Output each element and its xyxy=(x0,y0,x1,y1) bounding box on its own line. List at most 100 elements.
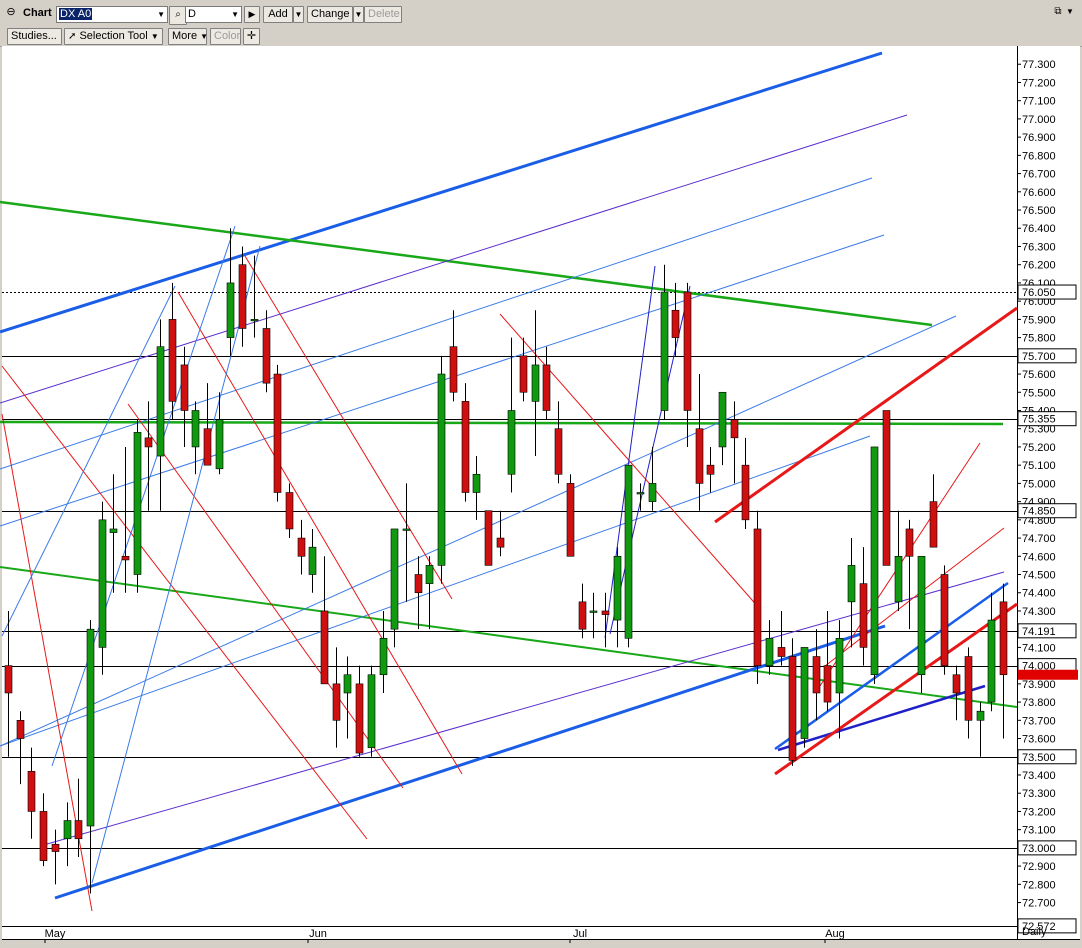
selection-tool-button[interactable]: ➚ Selection Tool ▼ xyxy=(64,28,163,45)
crosshair-icon[interactable]: ✛ xyxy=(243,28,260,45)
candle-body xyxy=(472,473,481,493)
candle-body xyxy=(297,537,306,557)
chevron-down-icon: ▼ xyxy=(150,32,159,41)
candle-body xyxy=(917,555,926,676)
candle-body xyxy=(144,437,153,448)
candle-body xyxy=(788,656,797,761)
candle-body xyxy=(870,446,879,676)
chevron-down-icon[interactable]: ▼ xyxy=(1064,4,1076,19)
play-icon[interactable]: ▶ xyxy=(244,6,260,23)
chevron-down-icon: ▼ xyxy=(200,32,209,41)
candle-body xyxy=(554,428,563,475)
y-tick-label: 73.400 xyxy=(1022,770,1056,782)
candle-body xyxy=(706,464,715,475)
restore-window-icon[interactable]: ⧉ xyxy=(1052,4,1064,19)
change-button[interactable]: Change xyxy=(307,6,353,23)
symbol-field[interactable]: DX A0 ▼ xyxy=(56,6,168,23)
change-dropdown-icon[interactable]: ▼ xyxy=(353,6,364,23)
candle-body xyxy=(425,565,434,584)
more-label: More xyxy=(172,30,198,42)
candle-body xyxy=(273,373,282,493)
candle-body xyxy=(987,619,996,703)
candle-body xyxy=(63,820,72,840)
y-tick-label: 75.900 xyxy=(1022,314,1056,326)
chart-toolbar-secondary: Studies... ➚ Selection Tool ▼ More ▼ Col… xyxy=(0,26,1082,47)
candle-body xyxy=(98,519,107,648)
selection-tool-label: Selection Tool xyxy=(79,30,148,42)
more-button[interactable]: More ▼ xyxy=(168,28,209,45)
timeframe-label: Daily xyxy=(1022,926,1047,938)
add-dropdown-icon[interactable]: ▼ xyxy=(293,6,304,23)
candle-body xyxy=(308,546,317,575)
symbol-value: DX A0 xyxy=(59,8,93,20)
y-tick-label: 76.600 xyxy=(1022,187,1056,199)
candle-body xyxy=(320,610,329,685)
y-tick-label: 76.500 xyxy=(1022,205,1056,217)
y-tick-label: 75.000 xyxy=(1022,478,1056,490)
interval-value: D xyxy=(188,8,196,20)
candle-body xyxy=(367,674,376,748)
candle-body xyxy=(86,628,95,827)
y-tick-label: 76.400 xyxy=(1022,223,1056,235)
level-label: 74.850 xyxy=(1022,506,1056,518)
y-tick-label: 75.100 xyxy=(1022,460,1056,472)
candle-body xyxy=(343,674,352,694)
candle-body xyxy=(355,683,364,754)
candle-body xyxy=(519,355,528,393)
candle-body xyxy=(823,665,832,703)
y-tick-label: 76.200 xyxy=(1022,260,1056,272)
chart-area[interactable]: 72.700 72.800 72.900 73.000 73.100 73.200 73.3… xyxy=(0,46,1082,945)
y-tick-label: 73.800 xyxy=(1022,697,1056,709)
candle-body xyxy=(262,328,271,384)
chevron-down-icon[interactable]: ▼ xyxy=(157,7,165,22)
candle-body xyxy=(999,601,1008,676)
add-button[interactable]: Add xyxy=(263,6,293,23)
y-tick-label: 74.100 xyxy=(1022,642,1056,654)
level-label: 73.500 xyxy=(1022,752,1056,764)
y-tick-label: 72.900 xyxy=(1022,861,1056,873)
candle-body xyxy=(461,401,470,493)
candle-body xyxy=(578,601,587,630)
delete-button[interactable]: Delete xyxy=(364,6,402,23)
candle-body xyxy=(542,364,551,411)
y-tick-label: 74.700 xyxy=(1022,533,1056,545)
candle-body xyxy=(859,583,868,648)
candle-body xyxy=(16,720,25,739)
level-label: 75.700 xyxy=(1022,351,1056,363)
candle-body xyxy=(332,683,341,721)
candle-body xyxy=(741,464,750,521)
candle-body xyxy=(601,610,610,615)
candle-body xyxy=(215,419,224,470)
color-button[interactable]: Color xyxy=(210,28,241,45)
candle-body xyxy=(180,364,189,411)
candle-body xyxy=(437,373,446,566)
y-tick-label: 77.200 xyxy=(1022,77,1056,89)
price-chart[interactable]: 72.700 72.800 72.900 73.000 73.100 73.200 73.3… xyxy=(0,46,1082,945)
candle-body xyxy=(660,291,669,411)
y-tick-label: 76.700 xyxy=(1022,169,1056,181)
level-label: 76.050 xyxy=(1022,287,1056,299)
candle-body xyxy=(765,637,774,666)
candle-body xyxy=(976,710,985,721)
y-tick-label: 72.800 xyxy=(1022,879,1056,891)
candle-body xyxy=(4,665,13,694)
y-tick-label: 75.200 xyxy=(1022,442,1056,454)
x-axis-label: Aug xyxy=(825,928,845,940)
interval-field[interactable]: D ▼ xyxy=(185,6,242,23)
candle-body xyxy=(507,410,516,475)
candle-body xyxy=(636,492,645,495)
candle-body xyxy=(238,264,247,329)
y-tick-label: 73.100 xyxy=(1022,825,1056,837)
studies-button[interactable]: Studies... xyxy=(7,28,62,45)
chart-link-icon[interactable]: ⊖ xyxy=(4,5,18,20)
candle-body xyxy=(390,528,399,630)
chevron-down-icon[interactable]: ▼ xyxy=(231,7,239,22)
y-tick-label: 74.300 xyxy=(1022,606,1056,618)
candle-body xyxy=(683,291,692,411)
y-tick-label: 74.400 xyxy=(1022,588,1056,600)
y-tick-label: 72.700 xyxy=(1022,898,1056,910)
y-tick-label: 74.600 xyxy=(1022,551,1056,563)
candle-body xyxy=(905,528,914,557)
candle-body xyxy=(882,410,891,566)
candle-body xyxy=(285,492,294,530)
